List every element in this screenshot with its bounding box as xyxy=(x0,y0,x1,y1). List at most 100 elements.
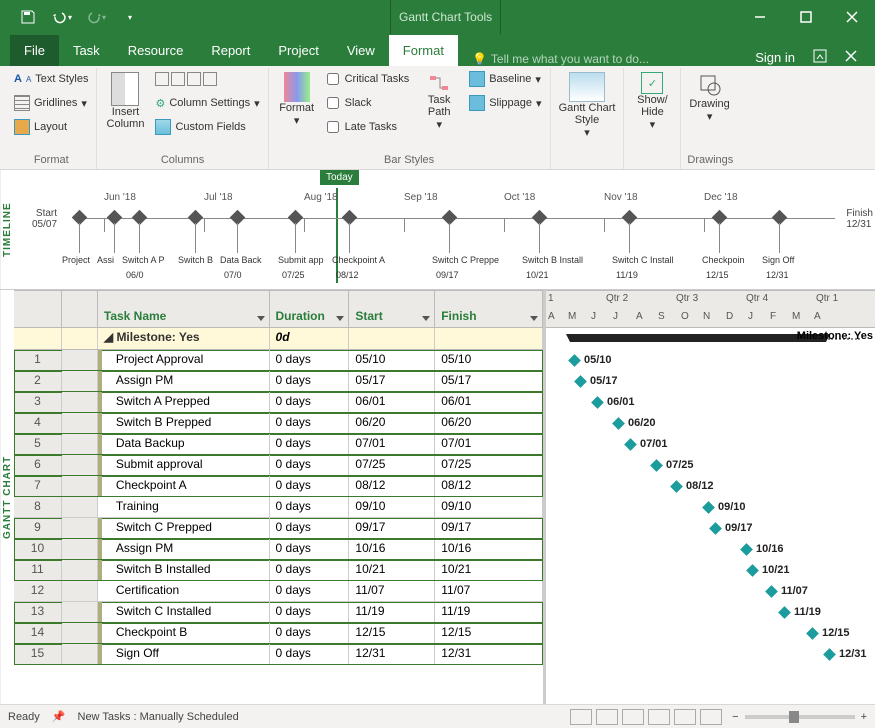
milestone-diamond[interactable] xyxy=(702,501,715,514)
milestone-diamond[interactable] xyxy=(778,606,791,619)
milestone-diamond[interactable] xyxy=(591,396,604,409)
timeline-event-label: Checkpoin xyxy=(702,255,745,265)
milestone-label: 07/25 xyxy=(666,459,694,471)
group-row[interactable]: ◢ Milestone: Yes 0d xyxy=(14,328,543,350)
tab-report[interactable]: Report xyxy=(197,35,264,66)
gantt-chart-style-button[interactable]: Gantt Chart Style ▾ xyxy=(557,68,618,143)
tab-file[interactable]: File xyxy=(10,35,59,66)
close-button[interactable] xyxy=(829,0,875,34)
tab-format[interactable]: Format xyxy=(389,35,458,66)
close-workbook-button[interactable] xyxy=(845,50,857,65)
view-shortcut-5[interactable] xyxy=(674,709,696,725)
task-path-button[interactable]: Task Path ▾ xyxy=(417,68,461,135)
table-row[interactable]: 3Switch A Prepped0 days06/0106/01 xyxy=(14,392,543,413)
view-shortcut-4[interactable] xyxy=(648,709,670,725)
timeline-event-date: 07/25 xyxy=(282,270,305,280)
milestone-diamond[interactable] xyxy=(574,375,587,388)
table-row[interactable]: 8Training0 days09/1009/10 xyxy=(14,497,543,518)
chart-month-label: A xyxy=(814,311,821,322)
timeline-event-date: 10/21 xyxy=(526,270,549,280)
timeline-event-date: 11/19 xyxy=(616,270,638,280)
milestone-diamond[interactable] xyxy=(670,480,683,493)
milestone-diamond[interactable] xyxy=(568,354,581,367)
save-button[interactable] xyxy=(18,7,38,27)
layout-button[interactable]: Layout xyxy=(12,116,90,138)
minimize-button[interactable] xyxy=(737,0,783,34)
milestone-label: 06/01 xyxy=(607,396,635,408)
zoom-in[interactable]: + xyxy=(861,711,867,723)
insert-column-button[interactable]: Insert Column xyxy=(103,68,147,134)
milestone-diamond[interactable] xyxy=(650,459,663,472)
drawing-button[interactable]: Drawing ▾ xyxy=(687,68,731,127)
view-shortcut-1[interactable] xyxy=(570,709,592,725)
table-row[interactable]: 12Certification0 days11/0711/07 xyxy=(14,581,543,602)
summary-bar xyxy=(570,334,826,342)
tab-task[interactable]: Task xyxy=(59,35,114,66)
maximize-button[interactable] xyxy=(783,0,829,34)
milestone-diamond[interactable] xyxy=(709,522,722,535)
view-shortcut-6[interactable] xyxy=(700,709,722,725)
table-row[interactable]: 4Switch B Prepped0 days06/2006/20 xyxy=(14,413,543,434)
table-row[interactable]: 13Switch C Installed0 days11/1911/19 xyxy=(14,602,543,623)
col-indicators[interactable] xyxy=(62,291,98,327)
col-task-name[interactable]: Task Name xyxy=(98,291,270,327)
zoom-slider[interactable] xyxy=(745,715,855,719)
column-settings-button[interactable]: ⚙ Column Settings ▾ xyxy=(153,92,261,114)
view-shortcut-3[interactable] xyxy=(622,709,644,725)
tell-me-search[interactable]: 💡 Tell me what you want to do... xyxy=(472,52,649,66)
table-row[interactable]: 15Sign Off0 days12/3112/31 xyxy=(14,644,543,665)
redo-button[interactable]: ▾ xyxy=(86,7,106,27)
tab-view[interactable]: View xyxy=(333,35,389,66)
sign-in-link[interactable]: Sign in xyxy=(755,50,795,65)
table-row[interactable]: 7Checkpoint A0 days08/1208/12 xyxy=(14,476,543,497)
timeline-event-date: 08/12 xyxy=(336,270,359,280)
milestone-diamond[interactable] xyxy=(765,585,778,598)
col-duration[interactable]: Duration xyxy=(270,291,350,327)
table-row[interactable]: 10Assign PM0 days10/1610/16 xyxy=(14,539,543,560)
critical-tasks-check[interactable]: Critical Tasks xyxy=(325,68,412,90)
slippage-button[interactable]: Slippage ▾ xyxy=(467,92,543,114)
slack-check[interactable]: Slack xyxy=(325,92,412,114)
align-buttons[interactable] xyxy=(153,68,261,90)
status-bar: Ready 📌 New Tasks : Manually Scheduled −… xyxy=(0,704,875,728)
custom-fields-button[interactable]: Custom Fields xyxy=(153,116,261,138)
gantt-chart[interactable]: 1Qtr 2Qtr 3Qtr 4Qtr 1AMJJASONDJFMA Miles… xyxy=(546,290,875,704)
baseline-button[interactable]: Baseline ▾ xyxy=(467,68,543,90)
milestone-diamond[interactable] xyxy=(624,438,637,451)
table-row[interactable]: 1Project Approval0 days05/1005/10 xyxy=(14,350,543,371)
app-window: ▾ ▾ ▾ Gantt Chart Tools File Task Resour… xyxy=(0,0,875,728)
milestone-diamond[interactable] xyxy=(806,627,819,640)
milestone-diamond[interactable] xyxy=(612,417,625,430)
undo-button[interactable]: ▾ xyxy=(52,7,72,27)
gridlines-button[interactable]: Gridlines ▾ xyxy=(12,92,90,114)
timeline[interactable]: Today Start05/07 Finish12/31 Jun '18Jul … xyxy=(14,170,875,289)
col-id[interactable] xyxy=(14,291,62,327)
milestone-diamond[interactable] xyxy=(746,564,759,577)
show-hide-button[interactable]: ✓ Show/ Hide ▾ xyxy=(630,68,674,135)
text-styles-button[interactable]: AA Text Styles xyxy=(12,68,90,90)
tab-project[interactable]: Project xyxy=(264,35,332,66)
late-tasks-check[interactable]: Late Tasks xyxy=(325,116,412,138)
milestone-diamond[interactable] xyxy=(823,648,836,661)
ribbon-display-options[interactable] xyxy=(813,49,827,66)
qat-customize[interactable]: ▾ xyxy=(120,7,140,27)
group-barstyles-label: Bar Styles xyxy=(275,152,544,167)
task-grid[interactable]: Task Name Duration Start Finish ◢ Milest… xyxy=(14,290,546,704)
table-row[interactable]: 9Switch C Prepped0 days09/1709/17 xyxy=(14,518,543,539)
table-row[interactable]: 2Assign PM0 days05/1705/17 xyxy=(14,371,543,392)
col-finish[interactable]: Finish xyxy=(435,291,543,327)
milestone-diamond[interactable] xyxy=(740,543,753,556)
tab-resource[interactable]: Resource xyxy=(114,35,198,66)
col-start[interactable]: Start xyxy=(349,291,435,327)
table-row[interactable]: 5Data Backup0 days07/0107/01 xyxy=(14,434,543,455)
timeline-event-label: Switch C Preppe xyxy=(432,255,499,265)
milestone-label: 11/19 xyxy=(794,606,821,618)
timeline-month: Jun '18 xyxy=(104,192,136,203)
table-row[interactable]: 11Switch B Installed0 days10/2110/21 xyxy=(14,560,543,581)
zoom-out[interactable]: − xyxy=(732,711,738,723)
format-bar-button[interactable]: Format ▾ xyxy=(275,68,319,131)
view-shortcut-2[interactable] xyxy=(596,709,618,725)
table-row[interactable]: 14Checkpoint B0 days12/1512/15 xyxy=(14,623,543,644)
table-row[interactable]: 6Submit approval0 days07/2507/25 xyxy=(14,455,543,476)
chart-month-label: J xyxy=(748,311,753,322)
